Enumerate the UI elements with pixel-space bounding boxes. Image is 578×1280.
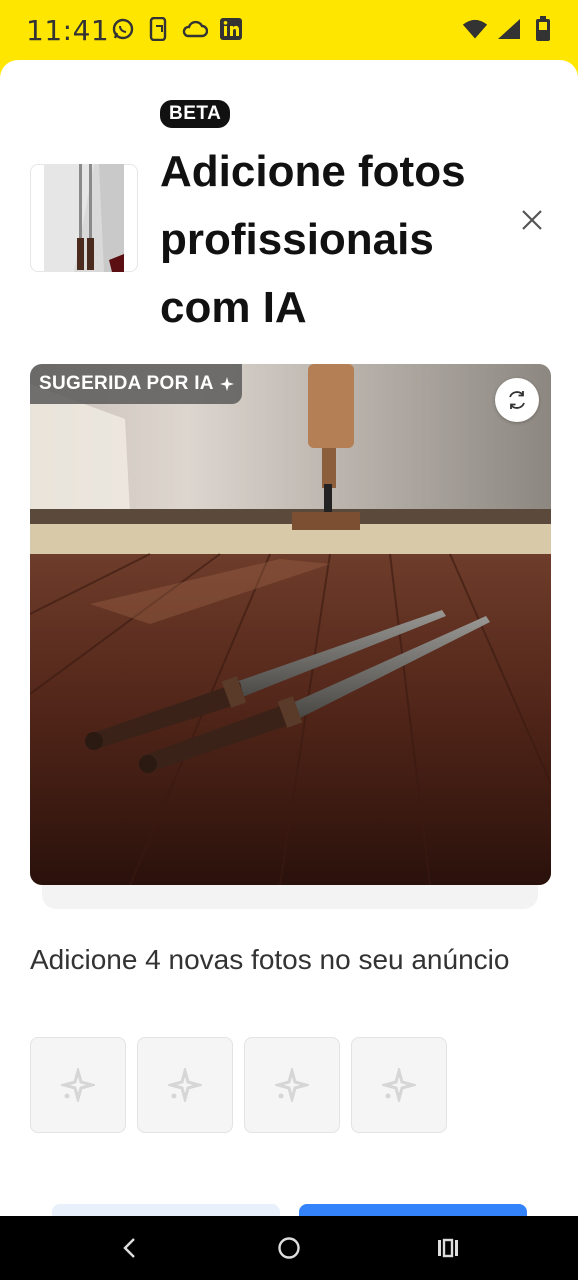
ai-suggested-chip: SUGERIDA POR IA (30, 364, 242, 404)
status-time: 11:41 (26, 14, 110, 47)
home-button[interactable] (269, 1228, 309, 1268)
wifi-icon (462, 16, 488, 42)
whatsapp-icon (110, 16, 136, 42)
sparkle-icon (219, 377, 234, 391)
cloud-icon (182, 16, 208, 42)
recents-icon (438, 1238, 458, 1258)
phone-sync-icon (146, 16, 172, 42)
status-bar: 11:41 (0, 0, 578, 60)
ai-photo-image (30, 364, 551, 885)
photo-slot[interactable] (351, 1037, 447, 1133)
sparkle-icon (275, 1068, 309, 1102)
ai-photos-sheet: BETA Adicione fotos profissionais com IA (0, 60, 578, 1216)
ai-suggested-label: SUGERIDA POR IA (39, 373, 214, 394)
recents-button[interactable] (428, 1228, 468, 1268)
refresh-icon (509, 391, 525, 409)
secondary-button[interactable] (52, 1204, 280, 1216)
product-thumbnail (30, 164, 138, 272)
sparkle-icon (382, 1068, 416, 1102)
refresh-photo-button[interactable] (495, 378, 539, 422)
home-icon (278, 1237, 300, 1259)
navigation-bar (0, 1216, 578, 1280)
linkedin-icon (218, 16, 244, 42)
primary-button[interactable] (299, 1204, 527, 1216)
system-icons (462, 16, 556, 42)
add-photos-text: Adicione 4 novas fotos no seu anúncio (30, 944, 510, 975)
close-icon (522, 210, 542, 230)
sparkle-icon (168, 1068, 202, 1102)
signal-icon (496, 16, 522, 42)
back-button[interactable] (110, 1228, 150, 1268)
sheet-title: Adicione fotos profissionais com IA (160, 147, 466, 332)
photo-stack-edge (42, 885, 538, 909)
close-button[interactable] (512, 200, 552, 240)
photo-slots (30, 1037, 447, 1133)
battery-icon (530, 16, 556, 42)
photo-slot[interactable] (137, 1037, 233, 1133)
back-icon (123, 1238, 135, 1258)
photo-slot[interactable] (244, 1037, 340, 1133)
beta-badge: BETA (160, 100, 231, 128)
notification-icons (110, 16, 244, 42)
sparkle-icon (61, 1068, 95, 1102)
photo-slot[interactable] (30, 1037, 126, 1133)
product-thumbnail-image (44, 164, 124, 272)
ai-suggested-photo: SUGERIDA POR IA (30, 364, 551, 885)
